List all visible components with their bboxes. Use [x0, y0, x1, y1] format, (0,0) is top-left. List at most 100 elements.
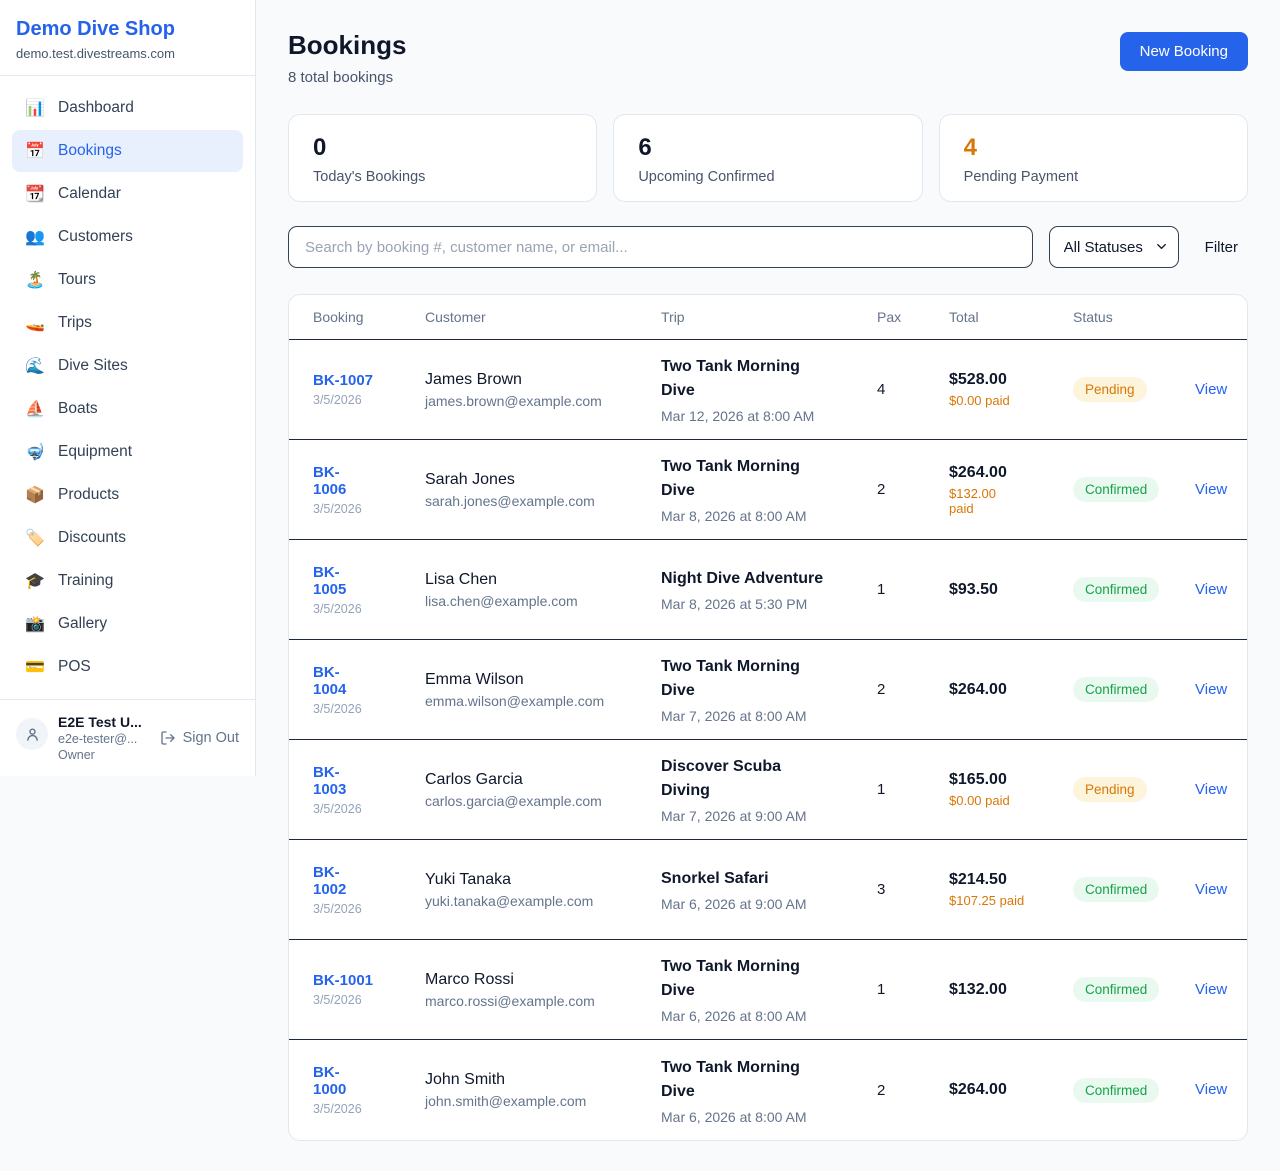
filter-button[interactable]: Filter	[1195, 239, 1248, 256]
view-link[interactable]: View	[1195, 981, 1227, 998]
sidebar-item-dashboard[interactable]: 📊 Dashboard	[12, 87, 243, 129]
sign-out-button[interactable]: Sign Out	[160, 730, 239, 746]
status-badge: Confirmed	[1073, 477, 1159, 502]
status-cell: Confirmed	[1073, 677, 1195, 702]
booking-cell: BK-1003 3/5/2026	[289, 764, 425, 816]
status-cell: Pending	[1073, 777, 1195, 802]
sidebar-nav: 📊 Dashboard 📅 Bookings 📆 Calendar 👥 Cust…	[0, 76, 255, 699]
user-role: Owner	[58, 748, 150, 762]
sidebar-item-pos[interactable]: 💳 POS	[12, 646, 243, 688]
booking-cell: BK-1001 3/5/2026	[289, 972, 425, 1007]
customer-name: James Brown	[425, 371, 651, 389]
trip-name: Night Dive Adventure	[661, 567, 831, 591]
trip-datetime: Mar 8, 2026 at 8:00 AM	[661, 508, 867, 524]
trip-datetime: Mar 6, 2026 at 9:00 AM	[661, 896, 867, 912]
customer-name: Yuki Tanaka	[425, 871, 651, 889]
customer-name: Marco Rossi	[425, 971, 651, 989]
stat-card: 0 Today's Bookings	[288, 114, 597, 202]
page-title: Bookings	[288, 30, 406, 61]
status-badge: Confirmed	[1073, 977, 1159, 1002]
view-link[interactable]: View	[1195, 681, 1227, 698]
customer-cell: Yuki Tanaka yuki.tanaka@example.com	[425, 871, 661, 909]
status-filter-select[interactable]: All Statuses	[1049, 226, 1179, 268]
status-cell: Confirmed	[1073, 577, 1195, 602]
view-link[interactable]: View	[1195, 781, 1227, 798]
view-link[interactable]: View	[1195, 581, 1227, 598]
status-cell: Confirmed	[1073, 477, 1195, 502]
customer-email: yuki.tanaka@example.com	[425, 893, 651, 909]
sidebar-item-label: Customers	[58, 228, 133, 246]
booking-cell: BK-1004 3/5/2026	[289, 664, 425, 716]
total-amount: $214.50	[949, 871, 1063, 889]
booking-date: 3/5/2026	[313, 1102, 415, 1116]
stat-card: 6 Upcoming Confirmed	[613, 114, 922, 202]
sidebar-item-customers[interactable]: 👥 Customers	[12, 216, 243, 258]
customer-name: Lisa Chen	[425, 571, 651, 589]
booking-id-link[interactable]: BK-1006	[313, 464, 355, 498]
sidebar-item-tours[interactable]: 🏝️ Tours	[12, 259, 243, 301]
stat-label: Today's Bookings	[313, 169, 572, 185]
sidebar-item-bookings[interactable]: 📅 Bookings	[12, 130, 243, 172]
customer-cell: James Brown james.brown@example.com	[425, 371, 661, 409]
sidebar-item-gallery[interactable]: 📸 Gallery	[12, 603, 243, 645]
table-row: BK-1001 3/5/2026 Marco Rossi marco.rossi…	[289, 940, 1247, 1040]
view-link[interactable]: View	[1195, 1081, 1227, 1098]
pax-cell: 1	[877, 981, 949, 998]
discounts-icon: 🏷️	[24, 528, 46, 548]
customer-cell: Carlos Garcia carlos.garcia@example.com	[425, 771, 661, 809]
logout-icon	[160, 730, 176, 746]
customer-cell: Emma Wilson emma.wilson@example.com	[425, 671, 661, 709]
sidebar-item-dive-sites[interactable]: 🌊 Dive Sites	[12, 345, 243, 387]
trip-name: Snorkel Safari	[661, 867, 831, 891]
new-booking-button[interactable]: New Booking	[1120, 32, 1248, 71]
user-email: e2e-tester@...	[58, 732, 150, 746]
training-icon: 🎓	[24, 571, 46, 591]
sidebar-item-label: Training	[58, 572, 113, 590]
total-cell: $93.50	[949, 581, 1073, 599]
sidebar-item-label: Trips	[58, 314, 92, 332]
booking-id-link[interactable]: BK-1003	[313, 764, 355, 798]
sidebar-item-calendar[interactable]: 📆 Calendar	[12, 173, 243, 215]
trip-datetime: Mar 12, 2026 at 8:00 AM	[661, 408, 867, 424]
view-link[interactable]: View	[1195, 481, 1227, 498]
total-cell: $264.00	[949, 681, 1073, 699]
gallery-icon: 📸	[24, 614, 46, 634]
booking-id-link[interactable]: BK-1002	[313, 864, 355, 898]
sidebar-item-trips[interactable]: 🚤 Trips	[12, 302, 243, 344]
col-header-pax: Pax	[877, 295, 949, 339]
booking-id-link[interactable]: BK-1001	[313, 972, 373, 989]
view-link[interactable]: View	[1195, 381, 1227, 398]
customer-cell: Sarah Jones sarah.jones@example.com	[425, 471, 661, 509]
status-cell: Confirmed	[1073, 877, 1195, 902]
booking-id-link[interactable]: BK-1000	[313, 1064, 355, 1098]
shop-name: Demo Dive Shop	[16, 18, 239, 41]
actions-cell: View	[1195, 681, 1248, 699]
view-link[interactable]: View	[1195, 881, 1227, 898]
booking-id-link[interactable]: BK-1004	[313, 664, 355, 698]
sidebar-item-products[interactable]: 📦 Products	[12, 474, 243, 516]
total-cell: $132.00	[949, 981, 1073, 999]
total-cell: $165.00 $0.00 paid	[949, 771, 1073, 808]
sidebar-item-label: POS	[58, 658, 91, 676]
stats-cards: 0 Today's Bookings 6 Upcoming Confirmed …	[288, 114, 1248, 202]
sidebar-item-discounts[interactable]: 🏷️ Discounts	[12, 517, 243, 559]
pax-cell: 2	[877, 681, 949, 698]
table-row: BK-1004 3/5/2026 Emma Wilson emma.wilson…	[289, 640, 1247, 740]
booking-id-link[interactable]: BK-1007	[313, 372, 373, 389]
pos-icon: 💳	[24, 657, 46, 677]
booking-id-link[interactable]: BK-1005	[313, 564, 355, 598]
customers-icon: 👥	[24, 227, 46, 247]
search-input[interactable]	[288, 226, 1033, 268]
actions-cell: View	[1195, 481, 1248, 499]
total-cell: $264.00 $132.00 paid	[949, 464, 1073, 516]
user-name: E2E Test U...	[58, 714, 150, 730]
customer-email: emma.wilson@example.com	[425, 693, 651, 709]
dashboard-icon: 📊	[24, 98, 46, 118]
sidebar-item-boats[interactable]: ⛵ Boats	[12, 388, 243, 430]
paid-amount: $0.00 paid	[949, 793, 1063, 808]
booking-cell: BK-1007 3/5/2026	[289, 372, 425, 407]
sidebar-item-equipment[interactable]: 🤿 Equipment	[12, 431, 243, 473]
sidebar-item-training[interactable]: 🎓 Training	[12, 560, 243, 602]
paid-amount: $107.25 paid	[949, 893, 1063, 908]
table-row: BK-1006 3/5/2026 Sarah Jones sarah.jones…	[289, 440, 1247, 540]
